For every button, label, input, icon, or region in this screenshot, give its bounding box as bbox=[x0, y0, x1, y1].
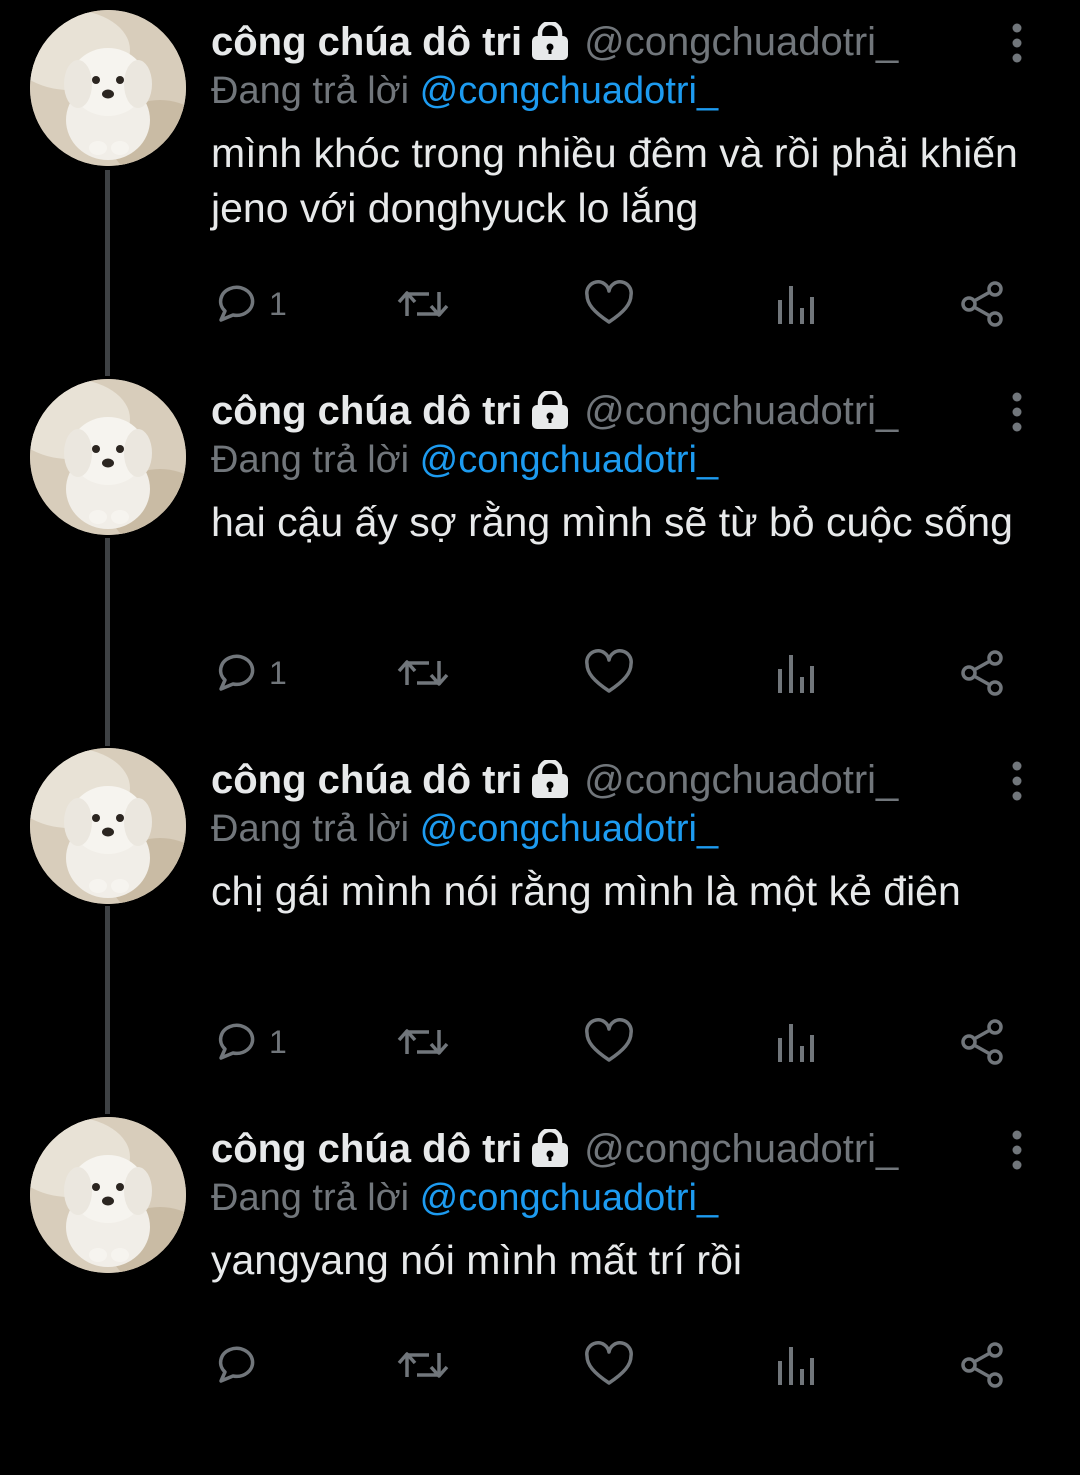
avatar-image bbox=[30, 1117, 186, 1273]
replying-to-label: Đang trả lời bbox=[211, 439, 420, 481]
lock-icon bbox=[532, 391, 569, 429]
tweet[interactable]: công chúa dô tri @congchuadotri_ Đang tr… bbox=[0, 369, 1080, 737]
tweet-header: công chúa dô tri @congchuadotri_ bbox=[211, 383, 1001, 439]
share-button[interactable] bbox=[959, 641, 1007, 705]
share-icon bbox=[961, 1019, 1003, 1065]
views-bars-icon bbox=[778, 655, 814, 693]
replying-to-mention[interactable]: @congchuadotri_ bbox=[420, 808, 718, 850]
like-button[interactable] bbox=[584, 1010, 634, 1074]
reply-button[interactable]: 1 bbox=[211, 1010, 287, 1074]
reply-button[interactable] bbox=[211, 1333, 269, 1397]
heart-icon bbox=[585, 1018, 633, 1062]
retweet-icon bbox=[397, 660, 449, 686]
reply-bubble-icon bbox=[218, 1346, 255, 1383]
reply-button[interactable]: 1 bbox=[211, 272, 287, 336]
display-name[interactable]: công chúa dô tri bbox=[211, 1127, 522, 1172]
reply-bubble-icon bbox=[218, 654, 255, 691]
replying-to: Đang trả lời @congchuadotri_ bbox=[211, 439, 718, 489]
display-name[interactable]: công chúa dô tri bbox=[211, 758, 522, 803]
share-icon bbox=[961, 1342, 1003, 1388]
views-button[interactable] bbox=[773, 641, 817, 705]
lock-icon bbox=[532, 760, 569, 798]
share-icon bbox=[961, 650, 1003, 696]
user-handle[interactable]: @congchuadotri_ bbox=[584, 389, 1001, 434]
tweet[interactable]: công chúa dô tri @congchuadotri_ Đang tr… bbox=[0, 738, 1080, 1106]
retweet-icon bbox=[397, 291, 449, 317]
user-handle[interactable]: @congchuadotri_ bbox=[584, 1127, 1001, 1172]
lock-icon bbox=[532, 1129, 569, 1167]
replying-to: Đang trả lời @congchuadotri_ bbox=[211, 70, 718, 120]
tweet-thread: công chúa dô tri @congchuadotri_ Đang tr… bbox=[0, 0, 1080, 1399]
tweet[interactable]: công chúa dô tri @congchuadotri_ Đang tr… bbox=[0, 1107, 1080, 1475]
views-bars-icon bbox=[778, 1347, 814, 1385]
share-button[interactable] bbox=[959, 272, 1007, 336]
views-button[interactable] bbox=[773, 1010, 817, 1074]
replying-to-label: Đang trả lời bbox=[211, 70, 420, 112]
reply-bubble-icon bbox=[218, 285, 255, 322]
lock-icon bbox=[532, 22, 569, 60]
reply-button[interactable]: 1 bbox=[211, 641, 287, 705]
heart-icon bbox=[585, 649, 633, 693]
retweet-button[interactable] bbox=[395, 1010, 451, 1074]
replying-to-mention[interactable]: @congchuadotri_ bbox=[420, 1177, 718, 1219]
tweet-header: công chúa dô tri @congchuadotri_ bbox=[211, 14, 1001, 70]
avatar[interactable] bbox=[30, 379, 186, 535]
share-icon bbox=[961, 281, 1003, 327]
views-bars-icon bbox=[778, 286, 814, 324]
avatar[interactable] bbox=[30, 10, 186, 166]
like-button[interactable] bbox=[584, 1333, 634, 1397]
like-button[interactable] bbox=[584, 272, 634, 336]
replying-to: Đang trả lời @congchuadotri_ bbox=[211, 1177, 718, 1227]
replying-to-label: Đang trả lời bbox=[211, 808, 420, 850]
like-button[interactable] bbox=[584, 641, 634, 705]
more-vertical-icon[interactable] bbox=[1002, 1125, 1032, 1175]
views-bars-icon bbox=[778, 1024, 814, 1062]
views-button[interactable] bbox=[773, 272, 817, 336]
share-button[interactable] bbox=[959, 1333, 1007, 1397]
retweet-icon bbox=[397, 1352, 449, 1378]
user-handle[interactable]: @congchuadotri_ bbox=[584, 758, 1001, 803]
heart-icon bbox=[585, 1341, 633, 1385]
tweet-text: chị gái mình nói rằng mình là một kẻ điê… bbox=[211, 868, 961, 914]
tweet-actions: 1 bbox=[211, 272, 1011, 336]
tweet-actions: 1 bbox=[211, 1010, 1011, 1074]
reply-count: 1 bbox=[269, 1023, 287, 1060]
avatar[interactable] bbox=[30, 1117, 186, 1273]
tweet[interactable]: công chúa dô tri @congchuadotri_ Đang tr… bbox=[0, 0, 1080, 368]
views-button[interactable] bbox=[773, 1333, 817, 1397]
avatar-image bbox=[30, 10, 186, 166]
retweet-button[interactable] bbox=[395, 1333, 451, 1397]
replying-to-label: Đang trả lời bbox=[211, 1177, 420, 1219]
tweet-header: công chúa dô tri @congchuadotri_ bbox=[211, 752, 1001, 808]
retweet-button[interactable] bbox=[395, 272, 451, 336]
heart-icon bbox=[585, 280, 633, 324]
avatar-image bbox=[30, 379, 186, 535]
more-vertical-icon[interactable] bbox=[1002, 18, 1032, 68]
reply-count: 1 bbox=[269, 285, 287, 322]
retweet-button[interactable] bbox=[395, 641, 451, 705]
share-button[interactable] bbox=[959, 1010, 1007, 1074]
tweet-text: yangyang nói mình mất trí rồi bbox=[211, 1237, 742, 1283]
tweet-actions bbox=[211, 1333, 1011, 1397]
replying-to-mention[interactable]: @congchuadotri_ bbox=[420, 439, 718, 481]
replying-to-mention[interactable]: @congchuadotri_ bbox=[420, 70, 718, 112]
tweet-text: hai cậu ấy sợ rằng mình sẽ từ bỏ cuộc số… bbox=[211, 499, 1013, 545]
reply-count: 1 bbox=[269, 654, 287, 691]
display-name[interactable]: công chúa dô tri bbox=[211, 389, 522, 434]
avatar[interactable] bbox=[30, 748, 186, 904]
display-name[interactable]: công chúa dô tri bbox=[211, 20, 522, 65]
more-vertical-icon[interactable] bbox=[1002, 756, 1032, 806]
replying-to: Đang trả lời @congchuadotri_ bbox=[211, 808, 718, 858]
reply-bubble-icon bbox=[218, 1023, 255, 1060]
tweet-header: công chúa dô tri @congchuadotri_ bbox=[211, 1121, 1001, 1177]
tweet-actions: 1 bbox=[211, 641, 1011, 705]
avatar-image bbox=[30, 748, 186, 904]
retweet-icon bbox=[397, 1029, 449, 1055]
tweet-text: mình khóc trong nhiều đêm và rồi phải kh… bbox=[211, 130, 1018, 231]
user-handle[interactable]: @congchuadotri_ bbox=[584, 20, 1001, 65]
more-vertical-icon[interactable] bbox=[1002, 387, 1032, 437]
